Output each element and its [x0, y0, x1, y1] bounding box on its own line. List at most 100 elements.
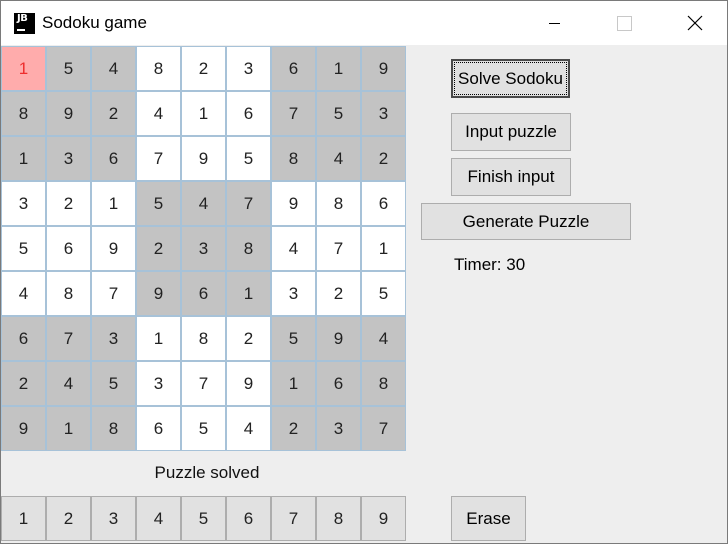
sudoku-cell-r3-c1[interactable]: 1 — [1, 136, 46, 181]
numpad-key-7[interactable]: 7 — [271, 496, 316, 541]
sudoku-cell-r2-c3[interactable]: 2 — [91, 91, 136, 136]
sudoku-cell-r2-c2[interactable]: 9 — [46, 91, 91, 136]
sudoku-cell-r2-c1[interactable]: 8 — [1, 91, 46, 136]
input-puzzle-button[interactable]: Input puzzle — [451, 113, 571, 151]
sudoku-cell-r1-c1[interactable]: 1 — [1, 46, 46, 91]
sudoku-cell-r2-c5[interactable]: 1 — [181, 91, 226, 136]
sudoku-cell-r7-c3[interactable]: 3 — [91, 316, 136, 361]
sudoku-cell-r4-c6[interactable]: 7 — [226, 181, 271, 226]
sudoku-cell-r3-c9[interactable]: 2 — [361, 136, 406, 181]
numpad-key-6[interactable]: 6 — [226, 496, 271, 541]
finish-input-button[interactable]: Finish input — [451, 158, 571, 196]
sudoku-cell-r3-c7[interactable]: 8 — [271, 136, 316, 181]
sudoku-cell-r4-c2[interactable]: 2 — [46, 181, 91, 226]
sudoku-cell-r9-c6[interactable]: 4 — [226, 406, 271, 451]
sudoku-cell-r4-c4[interactable]: 5 — [136, 181, 181, 226]
sudoku-cell-r8-c2[interactable]: 4 — [46, 361, 91, 406]
sudoku-cell-r2-c9[interactable]: 3 — [361, 91, 406, 136]
sudoku-cell-r3-c8[interactable]: 4 — [316, 136, 361, 181]
sudoku-cell-r6-c8[interactable]: 2 — [316, 271, 361, 316]
sudoku-cell-r8-c1[interactable]: 2 — [1, 361, 46, 406]
numpad-key-3[interactable]: 3 — [91, 496, 136, 541]
sudoku-cell-r1-c4[interactable]: 8 — [136, 46, 181, 91]
sudoku-cell-r9-c9[interactable]: 7 — [361, 406, 406, 451]
sudoku-cell-r6-c9[interactable]: 5 — [361, 271, 406, 316]
sudoku-cell-r4-c8[interactable]: 8 — [316, 181, 361, 226]
sudoku-cell-r1-c3[interactable]: 4 — [91, 46, 136, 91]
sudoku-cell-r4-c7[interactable]: 9 — [271, 181, 316, 226]
sudoku-cell-r5-c7[interactable]: 4 — [271, 226, 316, 271]
sudoku-cell-r6-c7[interactable]: 3 — [271, 271, 316, 316]
sudoku-cell-r7-c1[interactable]: 6 — [1, 316, 46, 361]
sudoku-cell-r6-c3[interactable]: 7 — [91, 271, 136, 316]
sudoku-cell-r6-c1[interactable]: 4 — [1, 271, 46, 316]
sudoku-cell-r3-c4[interactable]: 7 — [136, 136, 181, 181]
sudoku-cell-r1-c6[interactable]: 3 — [226, 46, 271, 91]
sudoku-cell-r8-c8[interactable]: 6 — [316, 361, 361, 406]
sudoku-cell-r9-c1[interactable]: 9 — [1, 406, 46, 451]
sudoku-cell-r9-c7[interactable]: 2 — [271, 406, 316, 451]
sudoku-cell-r7-c2[interactable]: 7 — [46, 316, 91, 361]
sudoku-cell-r8-c5[interactable]: 7 — [181, 361, 226, 406]
numpad-key-9[interactable]: 9 — [361, 496, 406, 541]
sudoku-cell-r7-c9[interactable]: 4 — [361, 316, 406, 361]
numpad-key-8[interactable]: 8 — [316, 496, 361, 541]
sudoku-cell-r7-c8[interactable]: 9 — [316, 316, 361, 361]
sudoku-cell-r5-c2[interactable]: 6 — [46, 226, 91, 271]
sudoku-cell-r2-c4[interactable]: 4 — [136, 91, 181, 136]
sudoku-cell-r5-c4[interactable]: 2 — [136, 226, 181, 271]
erase-button[interactable]: Erase — [451, 496, 526, 541]
sudoku-cell-r1-c5[interactable]: 2 — [181, 46, 226, 91]
sudoku-cell-r1-c2[interactable]: 5 — [46, 46, 91, 91]
sudoku-cell-r8-c6[interactable]: 9 — [226, 361, 271, 406]
solve-sudoku-button[interactable]: Solve Sodoku — [451, 59, 570, 98]
sudoku-cell-r3-c2[interactable]: 3 — [46, 136, 91, 181]
sudoku-cell-r9-c4[interactable]: 6 — [136, 406, 181, 451]
sudoku-cell-r2-c8[interactable]: 5 — [316, 91, 361, 136]
title-bar: JB Sodoku game — [1, 1, 727, 45]
sudoku-cell-r8-c7[interactable]: 1 — [271, 361, 316, 406]
sudoku-cell-r4-c9[interactable]: 6 — [361, 181, 406, 226]
sudoku-cell-r2-c6[interactable]: 6 — [226, 91, 271, 136]
sudoku-cell-r3-c5[interactable]: 9 — [181, 136, 226, 181]
sudoku-cell-r5-c5[interactable]: 3 — [181, 226, 226, 271]
sudoku-cell-r1-c8[interactable]: 1 — [316, 46, 361, 91]
sudoku-cell-r6-c5[interactable]: 6 — [181, 271, 226, 316]
sudoku-cell-r9-c8[interactable]: 3 — [316, 406, 361, 451]
sudoku-cell-r5-c8[interactable]: 7 — [316, 226, 361, 271]
numpad-key-4[interactable]: 4 — [136, 496, 181, 541]
sudoku-cell-r6-c6[interactable]: 1 — [226, 271, 271, 316]
close-icon[interactable] — [671, 1, 717, 45]
sudoku-cell-r3-c6[interactable]: 5 — [226, 136, 271, 181]
sudoku-cell-r6-c2[interactable]: 8 — [46, 271, 91, 316]
sudoku-grid: 1548236198924167531367958423215479865692… — [1, 46, 406, 451]
sudoku-cell-r4-c1[interactable]: 3 — [1, 181, 46, 226]
sudoku-cell-r5-c6[interactable]: 8 — [226, 226, 271, 271]
sudoku-cell-r7-c5[interactable]: 8 — [181, 316, 226, 361]
sudoku-cell-r5-c1[interactable]: 5 — [1, 226, 46, 271]
numpad-key-2[interactable]: 2 — [46, 496, 91, 541]
sudoku-cell-r9-c3[interactable]: 8 — [91, 406, 136, 451]
numpad-key-5[interactable]: 5 — [181, 496, 226, 541]
sudoku-cell-r2-c7[interactable]: 7 — [271, 91, 316, 136]
sudoku-cell-r6-c4[interactable]: 9 — [136, 271, 181, 316]
sudoku-cell-r4-c5[interactable]: 4 — [181, 181, 226, 226]
numpad-key-1[interactable]: 1 — [1, 496, 46, 541]
minimize-icon[interactable] — [531, 1, 577, 45]
sudoku-cell-r8-c4[interactable]: 3 — [136, 361, 181, 406]
sudoku-cell-r7-c6[interactable]: 2 — [226, 316, 271, 361]
sudoku-cell-r9-c5[interactable]: 5 — [181, 406, 226, 451]
sudoku-cell-r3-c3[interactable]: 6 — [91, 136, 136, 181]
sudoku-cell-r4-c3[interactable]: 1 — [91, 181, 136, 226]
sudoku-cell-r8-c9[interactable]: 8 — [361, 361, 406, 406]
sudoku-cell-r9-c2[interactable]: 1 — [46, 406, 91, 451]
sudoku-cell-r5-c9[interactable]: 1 — [361, 226, 406, 271]
sudoku-cell-r5-c3[interactable]: 9 — [91, 226, 136, 271]
maximize-icon[interactable] — [601, 1, 647, 45]
sudoku-cell-r7-c4[interactable]: 1 — [136, 316, 181, 361]
sudoku-cell-r8-c3[interactable]: 5 — [91, 361, 136, 406]
sudoku-cell-r7-c7[interactable]: 5 — [271, 316, 316, 361]
sudoku-cell-r1-c7[interactable]: 6 — [271, 46, 316, 91]
sudoku-cell-r1-c9[interactable]: 9 — [361, 46, 406, 91]
generate-puzzle-button[interactable]: Generate Puzzle — [421, 203, 631, 240]
